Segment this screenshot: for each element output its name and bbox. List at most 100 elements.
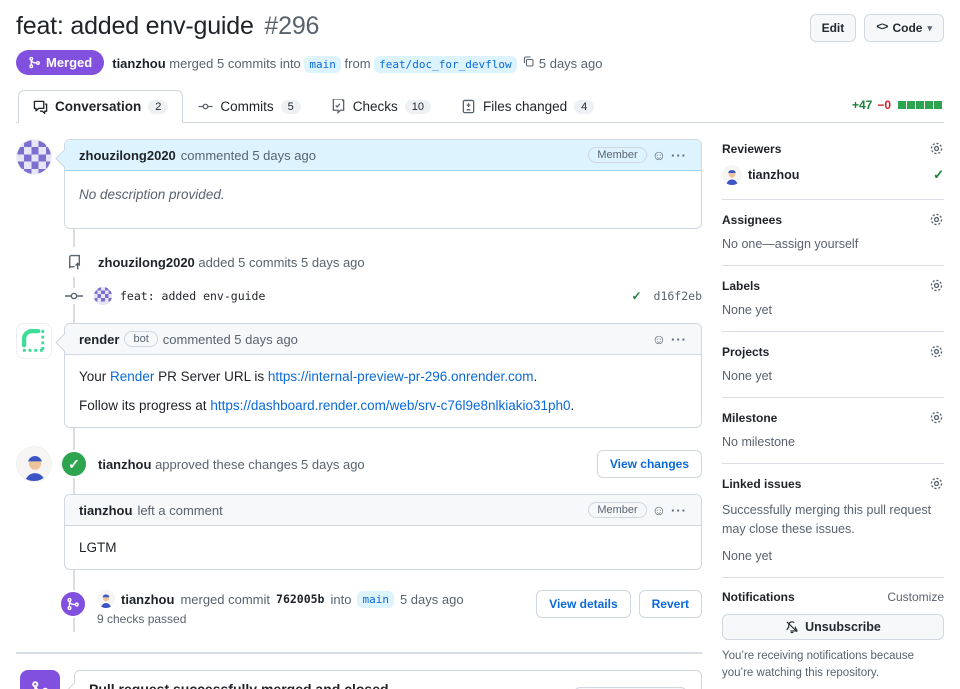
- chevron-down-icon: ▾: [927, 22, 932, 33]
- approved-event-text: tianzhou approved these changes 5 days a…: [98, 457, 597, 472]
- view-details-button[interactable]: View details: [536, 590, 631, 618]
- reviewer-row: tianzhou ✓: [722, 165, 944, 185]
- merge-event-time[interactable]: 5 days ago: [400, 592, 464, 607]
- merged-commit-sha-link[interactable]: 762005b: [276, 592, 324, 606]
- event-meta: added 5 commits 5 days ago: [198, 254, 365, 270]
- sidebar-section-milestone: Milestone No milestone: [722, 398, 944, 464]
- preview-url-link[interactable]: https://internal-preview-pr-296.onrender…: [268, 369, 534, 384]
- assignees-empty-text[interactable]: No one—assign yourself: [722, 237, 944, 251]
- code-button-label: Code: [892, 21, 923, 35]
- review-comment: tianzhou left a comment Member ☺ ··· LGT…: [64, 494, 702, 570]
- render-logo: [21, 328, 45, 352]
- render-link[interactable]: Render: [110, 369, 154, 384]
- avatar-tianzhou-small[interactable]: [722, 165, 742, 185]
- from-word: from: [344, 55, 371, 71]
- tab-commits[interactable]: Commits 5: [183, 90, 315, 123]
- pull-request-page: feat: added env-guide #296 Edit <> Code …: [0, 0, 960, 689]
- git-merge-icon: [29, 56, 40, 69]
- edit-button-label: Edit: [821, 21, 845, 35]
- merge-action-text: merged 5 commits into: [169, 55, 301, 71]
- dashboard-url-link[interactable]: https://dashboard.render.com/web/srv-c76…: [210, 398, 570, 413]
- tab-checks-count: 10: [404, 99, 432, 114]
- commit-sha-link[interactable]: d16f2eb: [654, 289, 702, 303]
- gear-icon[interactable]: [929, 344, 944, 359]
- emoji-reaction-icon[interactable]: ☺: [652, 332, 666, 346]
- base-branch-label[interactable]: main: [357, 590, 394, 608]
- tab-files-changed[interactable]: Files changed 4: [446, 90, 609, 123]
- tab-files-changed-count: 4: [574, 99, 595, 114]
- merge-time[interactable]: 5 days ago: [539, 56, 603, 71]
- checks-passed-link[interactable]: 9 checks passed: [97, 612, 536, 626]
- sidebar-section-notifications: Notifications Customize Unsubscribe You’…: [722, 578, 944, 689]
- copy-branch-icon[interactable]: [522, 55, 535, 68]
- tab-conversation-count: 2: [148, 99, 169, 114]
- review-approved-event: ✓ tianzhou approved these changes 5 days…: [16, 446, 702, 482]
- comment-author-link[interactable]: zhouzilong2020: [79, 148, 176, 163]
- emoji-reaction-icon[interactable]: ☺: [652, 503, 666, 517]
- avatar-zhouzilong2020-small[interactable]: [94, 287, 112, 305]
- unsubscribe-button[interactable]: Unsubscribe: [722, 613, 944, 640]
- timeline-divider: [16, 652, 702, 654]
- comment-body: Your Render PR Server URL is https://int…: [65, 355, 701, 427]
- review-comment-header: tianzhou left a comment Member ☺ ···: [65, 495, 701, 526]
- kebab-menu-icon[interactable]: ···: [671, 332, 687, 347]
- head-branch-label[interactable]: feat/doc_for_devflow: [374, 55, 517, 73]
- tab-checks-label: Checks: [352, 99, 398, 114]
- gear-icon[interactable]: [929, 141, 944, 156]
- view-changes-button[interactable]: View changes: [596, 450, 702, 478]
- merged-event: tianzhou merged commit 762005b into main…: [16, 590, 702, 636]
- section-label: Linked issues: [722, 476, 802, 491]
- comment-header: zhouzilong2020 commented 5 days ago Memb…: [65, 140, 701, 171]
- event-meta: into: [330, 591, 352, 607]
- reviewer-name-link[interactable]: tianzhou: [748, 168, 799, 182]
- comment-author-link[interactable]: render: [79, 332, 119, 347]
- kebab-menu-icon[interactable]: ···: [671, 503, 687, 518]
- comment-meta: left a comment: [137, 502, 223, 518]
- merge-actor-link[interactable]: tianzhou: [112, 56, 165, 71]
- event-meta: approved these changes 5 days ago: [155, 456, 365, 472]
- avatar-zhouzilong2020[interactable]: [16, 139, 52, 175]
- merged-banner-text: Pull request successfully merged and clo…: [89, 681, 574, 689]
- render-url-paragraph: Your Render PR Server URL is https://int…: [79, 369, 687, 384]
- sidebar-section-projects: Projects None yet: [722, 332, 944, 398]
- labels-empty-text: None yet: [722, 303, 773, 317]
- section-label: Milestone: [722, 410, 778, 425]
- diffstat: +47 −0: [852, 98, 942, 122]
- comment-author-link[interactable]: tianzhou: [79, 503, 132, 518]
- commit-message-link[interactable]: feat: added env-guide: [120, 289, 623, 303]
- repo-push-icon: [59, 247, 89, 277]
- page-title: feat: added env-guide #296: [16, 12, 319, 41]
- gear-icon[interactable]: [929, 212, 944, 227]
- revert-button[interactable]: Revert: [638, 590, 702, 618]
- comment-discussion-icon: [33, 100, 48, 114]
- member-badge: Member: [588, 147, 647, 163]
- gear-icon[interactable]: [929, 278, 944, 293]
- pr-title-text: feat: added env-guide: [16, 12, 254, 40]
- event-author-link[interactable]: zhouzilong2020: [98, 255, 195, 270]
- code-button[interactable]: <> Code ▾: [864, 14, 944, 42]
- gear-icon[interactable]: [929, 410, 944, 425]
- render-bot-comment: render bot commented 5 days ago ☺ ··· Yo…: [16, 323, 702, 428]
- pr-description-comment: zhouzilong2020 commented 5 days ago Memb…: [16, 139, 702, 229]
- base-branch-label[interactable]: main: [304, 55, 341, 73]
- merge-summary: tianzhou merged 5 commits into main from…: [112, 55, 603, 73]
- deletions-count: −0: [877, 98, 891, 112]
- avatar-tianzhou-small[interactable]: [97, 590, 115, 608]
- event-author-link[interactable]: tianzhou: [121, 592, 174, 607]
- approved-check-icon: ✓: [60, 450, 88, 478]
- emoji-reaction-icon[interactable]: ☺: [652, 148, 666, 162]
- linked-issues-empty-text: None yet: [722, 548, 773, 563]
- avatar-tianzhou[interactable]: [16, 446, 52, 482]
- tab-conversation[interactable]: Conversation 2: [18, 90, 184, 123]
- merged-status-label: Merged: [46, 55, 93, 70]
- tab-checks[interactable]: Checks 10: [316, 90, 446, 123]
- merge-status-bar: Merged tianzhou merged 5 commits into ma…: [16, 50, 944, 75]
- gear-icon[interactable]: [929, 476, 944, 491]
- event-author-link[interactable]: tianzhou: [98, 457, 151, 472]
- kebab-menu-icon[interactable]: ···: [671, 148, 687, 163]
- customize-link[interactable]: Customize: [887, 590, 944, 604]
- avatar-render-bot[interactable]: [16, 323, 52, 359]
- edit-button[interactable]: Edit: [809, 14, 857, 42]
- checks-success-icon[interactable]: ✓: [631, 289, 641, 303]
- header-actions: Edit <> Code ▾: [809, 14, 944, 42]
